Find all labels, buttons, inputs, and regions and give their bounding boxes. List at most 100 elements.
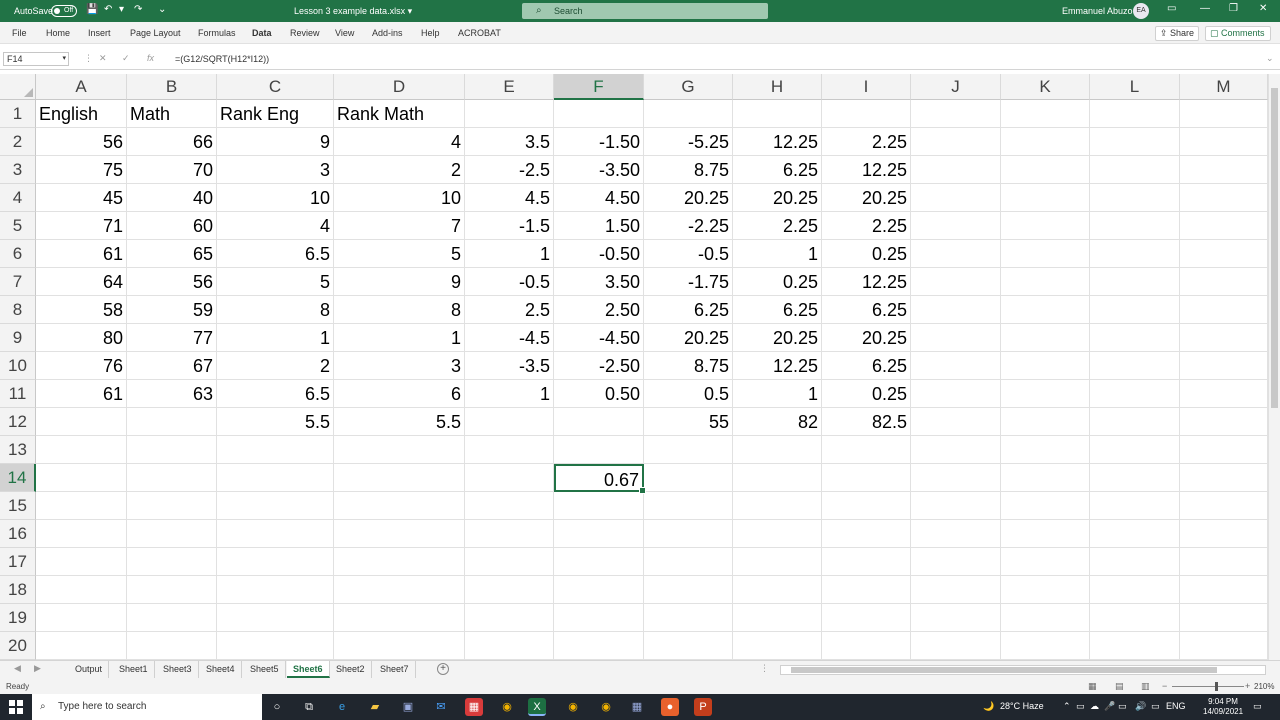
cell-i17[interactable] [822,548,911,576]
cell-f14[interactable]: 0.67 [554,464,646,494]
cell-h11[interactable]: 1 [733,380,822,408]
cell-k13[interactable] [1001,436,1090,464]
cell-k16[interactable] [1001,520,1090,548]
row-header-18[interactable]: 18 [0,576,36,604]
vertical-scrollbar[interactable] [1268,74,1280,660]
cell-e16[interactable] [465,520,554,548]
cell-h9[interactable]: 20.25 [733,324,822,352]
tab-add-ins[interactable]: Add-ins [372,28,403,38]
comments-button[interactable]: ▢ Comments [1205,26,1271,41]
row-header-2[interactable]: 2 [0,128,36,156]
sheet-tab-sheet7[interactable]: Sheet7 [374,661,416,678]
cell-c20[interactable] [217,632,334,660]
cell-d2[interactable]: 4 [334,128,465,156]
cell-j6[interactable] [911,240,1001,268]
cell-i4[interactable]: 20.25 [822,184,911,212]
cell-b14[interactable] [127,464,217,492]
redo-icon[interactable]: ↷ [134,4,142,15]
cell-d6[interactable]: 5 [334,240,465,268]
cell-c17[interactable] [217,548,334,576]
cell-a7[interactable]: 64 [36,268,127,296]
cell-c12[interactable]: 5.5 [217,408,334,436]
cell-i9[interactable]: 20.25 [822,324,911,352]
cell-e13[interactable] [465,436,554,464]
cell-f11[interactable]: 0.50 [554,380,644,408]
cell-e20[interactable] [465,632,554,660]
cell-h17[interactable] [733,548,822,576]
cell-d19[interactable] [334,604,465,632]
row-header-13[interactable]: 13 [0,436,36,464]
cell-e7[interactable]: -0.5 [465,268,554,296]
cell-j15[interactable] [911,492,1001,520]
cell-d7[interactable]: 9 [334,268,465,296]
cell-k12[interactable] [1001,408,1090,436]
cell-h5[interactable]: 2.25 [733,212,822,240]
cell-g12[interactable]: 55 [644,408,733,436]
column-header-h[interactable]: H [733,74,822,100]
cell-l17[interactable] [1090,548,1180,576]
cell-d15[interactable] [334,492,465,520]
row-header-10[interactable]: 10 [0,352,36,380]
network-icon[interactable]: ▭ [1118,701,1127,712]
cell-c11[interactable]: 6.5 [217,380,334,408]
cell-d20[interactable] [334,632,465,660]
next-sheet-icon[interactable]: ▶ [34,663,41,674]
cell-i5[interactable]: 2.25 [822,212,911,240]
row-header-19[interactable]: 19 [0,604,36,632]
chevron-down-icon[interactable]: ▾ [62,53,66,65]
cell-l4[interactable] [1090,184,1180,212]
mail-icon[interactable]: ✉ [432,698,450,716]
cell-a5[interactable]: 71 [36,212,127,240]
tray-app-icon[interactable]: ▭ [1076,701,1085,712]
cell-m2[interactable] [1180,128,1268,156]
cell-l5[interactable] [1090,212,1180,240]
cell-k8[interactable] [1001,296,1090,324]
cell-d17[interactable] [334,548,465,576]
cell-m10[interactable] [1180,352,1268,380]
autosave-toggle[interactable]: Off [51,5,77,17]
scroll-thumb[interactable] [791,667,1217,673]
undo-dropdown-icon[interactable]: ▾ [119,4,124,15]
cell-b17[interactable] [127,548,217,576]
cell-k4[interactable] [1001,184,1090,212]
cell-f19[interactable] [554,604,644,632]
cell-b6[interactable]: 65 [127,240,217,268]
calculator-icon[interactable]: ▦ [628,698,646,716]
column-header-b[interactable]: B [127,74,217,100]
cell-g2[interactable]: -5.25 [644,128,733,156]
cell-h18[interactable] [733,576,822,604]
tab-file[interactable]: File [12,28,27,38]
office-app-icon[interactable]: ▦ [465,698,483,716]
tab-help[interactable]: Help [421,28,440,38]
cell-b11[interactable]: 63 [127,380,217,408]
enter-icon[interactable]: ✓ [122,53,130,64]
cell-d9[interactable]: 1 [334,324,465,352]
cell-c15[interactable] [217,492,334,520]
cell-g13[interactable] [644,436,733,464]
cell-m17[interactable] [1180,548,1268,576]
cell-a15[interactable] [36,492,127,520]
cell-e14[interactable] [465,464,554,492]
cell-c9[interactable]: 1 [217,324,334,352]
cell-f2[interactable]: -1.50 [554,128,644,156]
edge-icon[interactable]: e [333,698,351,716]
normal-view-icon[interactable]: ▦ [1088,681,1097,692]
cell-a4[interactable]: 45 [36,184,127,212]
cell-f6[interactable]: -0.50 [554,240,644,268]
cell-g19[interactable] [644,604,733,632]
cell-i8[interactable]: 6.25 [822,296,911,324]
cell-m7[interactable] [1180,268,1268,296]
cell-b7[interactable]: 56 [127,268,217,296]
cell-l13[interactable] [1090,436,1180,464]
cell-j8[interactable] [911,296,1001,324]
cell-m14[interactable] [1180,464,1268,492]
cell-m11[interactable] [1180,380,1268,408]
tab-home[interactable]: Home [46,28,70,38]
cell-l14[interactable] [1090,464,1180,492]
cortana-icon[interactable]: ○ [268,698,286,716]
cell-k10[interactable] [1001,352,1090,380]
cell-a6[interactable]: 61 [36,240,127,268]
row-header-9[interactable]: 9 [0,324,36,352]
column-header-i[interactable]: I [822,74,911,100]
language-indicator[interactable]: ENG [1166,701,1186,711]
